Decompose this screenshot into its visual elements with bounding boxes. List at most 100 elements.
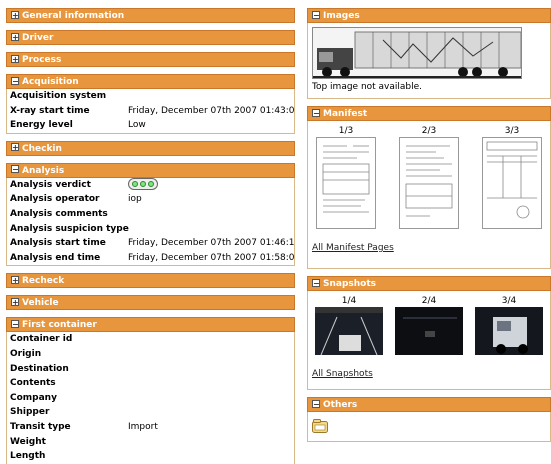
field-row: Shipper [7,405,294,420]
camera-snapshot-image [395,307,463,355]
collapse-icon[interactable]: − [312,10,320,19]
section-header-analysis[interactable]: − Analysis [6,162,295,178]
section-title: Vehicle [22,298,59,309]
xray-side-image[interactable] [312,27,522,79]
collapse-icon[interactable]: − [11,319,19,328]
left-column: + General information + Driver + Process − A… [6,8,295,464]
camera-snapshot-image [475,307,543,355]
field-label: Analysis operator [10,194,100,205]
field-row: Destination [7,362,294,377]
section-title: Driver [22,33,54,43]
field-row: Analysis end time Friday, December 07th 2… [7,251,294,266]
document-icon [399,137,459,229]
section-title: Manifest [323,109,368,119]
collapse-icon[interactable]: − [312,399,320,408]
section-title: Recheck [22,276,65,287]
field-label: Analysis verdict [10,179,91,190]
field-row: Analysis suspicion type [7,222,294,237]
field-row: Container id [7,332,294,347]
expand-icon[interactable]: + [11,54,19,63]
collapse-icon[interactable]: − [11,165,19,174]
field-label: Energy level [10,120,73,131]
section-header-checkin[interactable]: + Checkin [6,140,295,156]
analysis-panel: Analysis verdict Analysis operator iop An… [6,177,295,267]
expand-icon[interactable]: + [11,10,19,19]
images-panel: Top image not available. [307,23,551,99]
document-icon [316,137,376,229]
field-row: X-ray start time Friday, December 07th 20… [7,104,294,119]
field-row: Length [7,449,294,464]
section-header-vehicle[interactable]: + Vehicle [6,295,295,311]
section-header-others[interactable]: − Others [307,397,551,412]
field-label: Container id [10,334,73,345]
section-title: Snapshots [323,279,377,289]
field-row: Origin [7,347,294,362]
snapshot-number: 1/4 [341,296,357,306]
expand-icon[interactable]: + [11,297,19,306]
field-label: Analysis suspicion type [10,223,129,234]
manifest-page-thumb[interactable]: 3/3 [480,125,544,229]
field-value: iop [128,194,142,205]
field-value: Import [128,421,158,432]
camera-snapshot-image [315,307,383,355]
section-header-images[interactable]: − Images [307,8,551,23]
section-header-manifest[interactable]: − Manifest [307,106,551,121]
folder-icon[interactable] [312,419,328,436]
collapse-icon[interactable]: − [312,108,320,117]
page-number: 3/3 [504,126,520,136]
expand-icon[interactable]: + [11,275,19,284]
field-label: Origin [10,348,42,359]
collapse-icon[interactable]: − [312,278,320,287]
field-row: Company [7,391,294,406]
field-label: Contents [10,378,56,389]
field-label: Shipper [10,407,50,418]
section-header-recheck[interactable]: + Recheck [6,273,295,289]
section-header-acquisition[interactable]: − Acquisition [6,74,295,89]
field-row: Acquisition system [7,89,294,104]
snapshot-thumb[interactable]: 1/4 [314,295,384,355]
section-title: Analysis [22,165,65,176]
field-value: Friday, December 07th 2007 01:43:07 [128,105,294,116]
section-title: Checkin [22,143,62,154]
section-title: Others [323,400,358,410]
snapshot-thumb[interactable]: 3/4 [474,295,544,355]
snapshots-panel: 1/4 2/4 3/4 All Snapshots [307,291,551,390]
expand-icon[interactable]: + [11,143,19,152]
manifest-page-thumb[interactable]: 2/3 [397,125,461,229]
field-label: Analysis end time [10,252,101,263]
manifest-page-thumb[interactable]: 1/3 [314,125,378,229]
section-title: Images [323,11,360,21]
acquisition-panel: Acquisition system X-ray start time Frida… [6,89,295,134]
field-value: Low [128,120,146,131]
snapshot-number: 3/4 [501,296,517,306]
section-header-general[interactable]: + General information [6,8,295,23]
others-panel [307,412,551,442]
field-label: Analysis start time [10,238,106,249]
all-manifest-pages-link[interactable]: All Manifest Pages [312,243,394,253]
collapse-icon[interactable]: − [11,76,19,85]
page-number: 2/3 [421,126,437,136]
field-label: Length [10,451,46,462]
snapshot-thumb[interactable]: 2/4 [394,295,464,355]
section-header-first-container[interactable]: − First container [6,317,295,333]
section-header-driver[interactable]: + Driver [6,30,295,45]
field-value: Friday, December 07th 2007 01:58:02 [128,252,294,263]
first-container-panel: Container id Origin Destination Contents… [6,332,295,464]
field-label: Transit type [10,421,71,432]
section-header-process[interactable]: + Process [6,52,295,67]
section-title: General information [22,11,125,21]
section-title: Process [22,55,62,65]
document-icon [482,137,542,229]
all-snapshots-link[interactable]: All Snapshots [312,369,373,379]
section-title: First container [22,320,97,331]
page-number: 1/3 [338,126,354,136]
field-row: Weight [7,435,294,450]
field-row: Analysis operator iop [7,192,294,207]
snapshot-number: 2/4 [421,296,437,306]
field-label: Analysis comments [10,208,108,219]
expand-icon[interactable]: + [11,32,19,41]
field-label: Destination [10,363,69,374]
field-row: Analysis verdict [7,178,294,193]
section-title: Acquisition [22,77,79,87]
section-header-snapshots[interactable]: − Snapshots [307,276,551,291]
